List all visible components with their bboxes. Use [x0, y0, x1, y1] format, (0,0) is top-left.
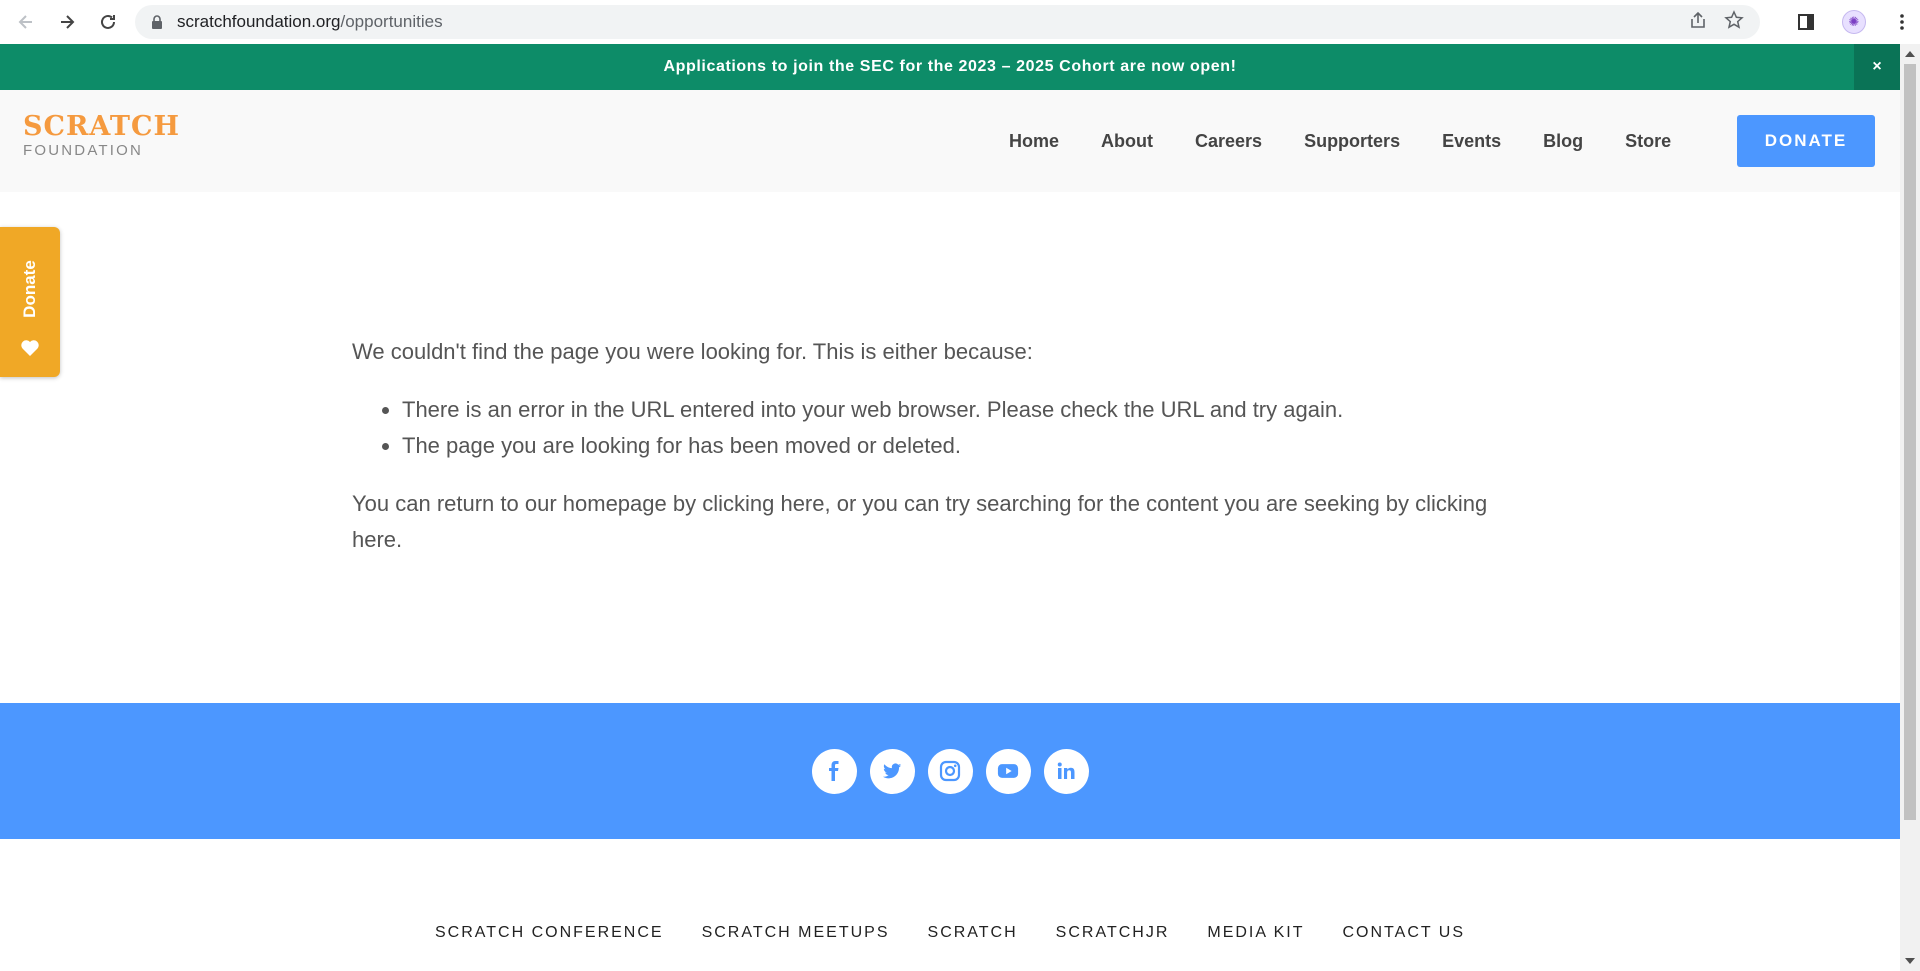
address-bar[interactable]: scratchfoundation.org/opportunities — [135, 5, 1760, 39]
side-donate-label: Donate — [20, 260, 39, 318]
nav-supporters[interactable]: Supporters — [1304, 131, 1400, 152]
forward-button[interactable] — [49, 4, 85, 40]
scroll-up-arrow-icon[interactable] — [1905, 51, 1915, 57]
footer-link-scratch-conference[interactable]: SCRATCH CONFERENCE — [435, 924, 664, 942]
menu-button[interactable] — [1886, 6, 1918, 38]
browser-toolbar: scratchfoundation.org/opportunities ✺ — [0, 0, 1920, 44]
share-icon[interactable] — [1688, 10, 1708, 30]
footer-link-scratch[interactable]: SCRATCH — [928, 924, 1018, 942]
list-item: The page you are looking for has been mo… — [402, 428, 1532, 464]
linkedin-icon — [1057, 762, 1075, 779]
back-button[interactable] — [8, 4, 44, 40]
main-nav: Home About Careers Supporters Events Blo… — [1009, 90, 1713, 192]
heart-icon — [21, 340, 39, 356]
nav-about[interactable]: About — [1101, 131, 1153, 152]
twitter-icon — [882, 763, 902, 779]
youtube-link[interactable] — [985, 748, 1031, 794]
not-found-message: We couldn't find the page you were looki… — [352, 334, 1532, 580]
profile-button[interactable]: ✺ — [1838, 6, 1870, 38]
nav-blog[interactable]: Blog — [1543, 131, 1583, 152]
nav-careers[interactable]: Careers — [1195, 131, 1262, 152]
twitter-link[interactable] — [869, 748, 915, 794]
reload-icon — [101, 14, 115, 29]
side-donate-tab[interactable]: Donate — [0, 227, 60, 377]
announcement-bar: Applications to join the SEC for the 202… — [0, 44, 1900, 90]
side-panel-icon — [1798, 14, 1814, 30]
instagram-link[interactable] — [927, 748, 973, 794]
footer-link-contact-us[interactable]: CONTACT US — [1343, 924, 1466, 942]
outro-text: You can return to our homepage by clicki… — [352, 491, 1488, 552]
reasons-list: There is an error in the URL entered int… — [402, 392, 1532, 464]
side-panel-button[interactable] — [1790, 6, 1822, 38]
forward-arrow-icon — [61, 15, 75, 29]
nav-store[interactable]: Store — [1625, 131, 1671, 152]
profile-avatar-icon: ✺ — [1842, 10, 1866, 34]
url-text: scratchfoundation.org/opportunities — [177, 12, 443, 31]
lock-icon — [152, 15, 162, 29]
nav-home[interactable]: Home — [1009, 131, 1059, 152]
footer-link-scratch-meetups[interactable]: SCRATCH MEETUPS — [702, 924, 890, 942]
footer-link-media-kit[interactable]: MEDIA KIT — [1207, 924, 1304, 942]
scrollbar-thumb[interactable] — [1904, 64, 1916, 820]
web-page: Applications to join the SEC for the 202… — [0, 44, 1900, 971]
site-header: SCRATCH FOUNDATION Home About Careers Su… — [0, 90, 1900, 192]
scroll-down-arrow-icon[interactable] — [1905, 958, 1915, 964]
instagram-icon — [939, 760, 961, 782]
social-footer — [0, 703, 1900, 839]
intro-text: We couldn't find the page you were looki… — [352, 339, 1033, 364]
nav-events[interactable]: Events — [1442, 131, 1501, 152]
scratch-foundation-logo[interactable]: SCRATCH FOUNDATION — [23, 112, 180, 159]
footer-links: SCRATCH CONFERENCE SCRATCH MEETUPS SCRAT… — [0, 924, 1900, 942]
reload-button[interactable] — [90, 4, 126, 40]
back-arrow-icon — [18, 15, 32, 29]
more-vertical-icon — [1900, 14, 1904, 30]
list-item: There is an error in the URL entered int… — [402, 392, 1532, 428]
youtube-icon — [997, 764, 1019, 778]
facebook-icon — [829, 761, 839, 781]
logo-line-2: FOUNDATION — [23, 142, 144, 159]
facebook-link[interactable] — [811, 748, 857, 794]
announcement-text[interactable]: Applications to join the SEC for the 202… — [663, 58, 1236, 76]
footer-link-scratchjr[interactable]: SCRATCHJR — [1056, 924, 1170, 942]
announcement-close-button[interactable]: × — [1854, 44, 1900, 90]
linkedin-link[interactable] — [1043, 748, 1089, 794]
bookmark-star-icon[interactable] — [1724, 10, 1744, 30]
donate-button[interactable]: DONATE — [1737, 115, 1875, 167]
page-scrollbar[interactable] — [1900, 44, 1920, 971]
logo-line-1: SCRATCH — [23, 111, 180, 142]
